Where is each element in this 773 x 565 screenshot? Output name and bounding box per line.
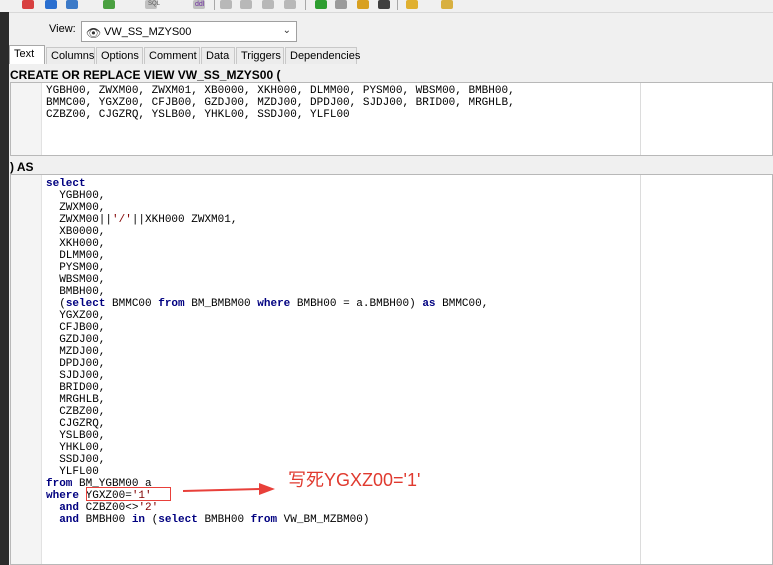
code-token: VW_BM_MZBM00) <box>277 514 370 526</box>
keyword-from: from <box>158 298 185 310</box>
columns-code: YGBH00, ZWXM00, ZWXM01, XB0000, XKH000, … <box>46 85 515 121</box>
code-line: MZDJ00, <box>59 346 106 358</box>
code-line: DLMM00, <box>59 250 106 262</box>
view-select-value: VW_SS_MZYS00 <box>104 26 192 38</box>
string-literal: '/' <box>112 214 132 226</box>
editor-gutter <box>11 83 42 155</box>
code-token: ( <box>59 298 66 310</box>
tab-comment[interactable]: Comment <box>144 47 200 64</box>
keyword-as: as <box>422 298 436 310</box>
keyword-from: from <box>250 514 278 526</box>
copy-icon[interactable] <box>240 0 252 9</box>
tab-dependencies[interactable]: Dependencies <box>285 47 360 64</box>
highlight-box <box>86 487 171 501</box>
create-view-header: CREATE OR REPLACE VIEW VW_SS_MZYS00 ( <box>10 68 281 82</box>
toolbar-separator <box>214 0 215 10</box>
keyword-and: and <box>59 502 80 514</box>
editor-gutter <box>11 175 42 564</box>
toolbar: SQL ddl <box>0 0 773 13</box>
debug-icon[interactable] <box>335 0 347 9</box>
code-line: PYSM00, <box>59 262 106 274</box>
refresh-icon[interactable] <box>66 0 78 9</box>
tab-data[interactable]: Data <box>201 47 235 64</box>
tab-text[interactable]: Text <box>9 45 45 64</box>
add-icon[interactable] <box>45 0 57 9</box>
paste-icon[interactable] <box>262 0 274 9</box>
find-icon[interactable] <box>357 0 369 9</box>
code-line: GZDJ00, <box>59 334 106 346</box>
sql-editor[interactable]: select YGBH00, ZWXM00, ZWXM00||'/'||XKH0… <box>10 174 773 565</box>
code-line: CZBZ00, CJGZRQ, YSLB00, YHKL00, SSDJ00, … <box>46 109 350 121</box>
chevron-down-icon[interactable]: ⌄ <box>283 25 291 36</box>
code-line: SSDJ00, <box>59 454 106 466</box>
code-line: YHKL00, <box>59 442 106 454</box>
save-icon[interactable] <box>284 0 296 9</box>
sql-label: SQL <box>148 1 161 7</box>
code-line: XB0000, <box>59 226 106 238</box>
string-literal: '2' <box>138 502 159 514</box>
code-line: BMBH00, <box>59 286 106 298</box>
code-line: BMMC00, YGXZ00, CFJB00, GZDJ00, MZDJ00, … <box>46 97 515 109</box>
code-token: BMMC00, <box>435 298 489 310</box>
keyword-where: where <box>46 490 80 502</box>
record-icon[interactable] <box>22 0 34 9</box>
toolbar-separator <box>305 0 306 10</box>
code-line: WBSM00, <box>59 274 106 286</box>
sql-code: select YGBH00, ZWXM00, ZWXM00||'/'||XKH0… <box>46 178 488 526</box>
annotation-arrow-icon <box>183 483 275 495</box>
right-margin-line <box>640 83 641 155</box>
tab-columns[interactable]: Columns <box>46 47 95 64</box>
keyword-select: select <box>158 514 198 526</box>
code-line: YLFL00 <box>59 466 99 478</box>
code-line: DPDJ00, <box>59 358 106 370</box>
code-line: MRGHLB, <box>59 394 106 406</box>
code-line: CJGZRQ, <box>59 418 106 430</box>
code-token: BM_BMBM00 <box>184 298 258 310</box>
code-line: CZBZ00, <box>59 406 106 418</box>
code-token: CZBZ00<> <box>79 502 139 514</box>
code-token: ||XKH000 ZWXM01, <box>131 214 238 226</box>
view-label: View: <box>49 23 76 35</box>
code-token: ZWXM00|| <box>59 214 113 226</box>
code-line: YGBH00, <box>59 190 106 202</box>
right-margin-line <box>640 175 641 564</box>
code-token: BMBH00 <box>79 514 132 526</box>
document-icon[interactable] <box>220 0 232 9</box>
toolbar-separator <box>397 0 398 10</box>
keyword-where: where <box>257 298 291 310</box>
keyword-and: and <box>59 514 80 526</box>
columns-editor[interactable]: YGBH00, ZWXM00, ZWXM01, XB0000, XKH000, … <box>10 82 773 156</box>
keyword-in: in <box>131 514 146 526</box>
binoculars-icon[interactable] <box>378 0 390 9</box>
keyword-select: select <box>46 178 86 190</box>
code-line: BRID00, <box>59 382 106 394</box>
view-select[interactable]: 👁 VW_SS_MZYS00 ⌄ <box>81 21 297 42</box>
tab-triggers[interactable]: Triggers <box>236 47 284 64</box>
as-label: ) AS <box>10 160 34 174</box>
tab-options[interactable]: Options <box>96 47 143 64</box>
wizard-icon[interactable] <box>406 0 418 9</box>
compile-icon[interactable] <box>103 0 115 9</box>
run-icon[interactable] <box>315 0 327 9</box>
annotation-text: 写死YGXZ00='1' <box>288 470 421 490</box>
code-line: SJDJ00, <box>59 370 106 382</box>
help-icon[interactable] <box>441 0 453 9</box>
code-token: ( <box>145 514 159 526</box>
code-line: ZWXM00, <box>59 202 106 214</box>
code-line: YSLB00, <box>59 430 106 442</box>
code-line: YGXZ00, <box>59 310 106 322</box>
ddl-label: ddl <box>195 1 205 8</box>
code-token: BMBH00 <box>197 514 251 526</box>
code-line: XKH000, <box>59 238 106 250</box>
code-line: YGBH00, ZWXM00, ZWXM01, XB0000, XKH000, … <box>46 85 515 97</box>
view-eye-icon: 👁 <box>86 26 102 40</box>
keyword-from: from <box>46 478 73 490</box>
code-token: BMBH00 = a.BMBH00) <box>290 298 423 310</box>
code-line: CFJB00, <box>59 322 106 334</box>
code-token: BMMC00 <box>105 298 159 310</box>
keyword-select: select <box>65 298 106 310</box>
left-edge-panel <box>0 12 9 565</box>
